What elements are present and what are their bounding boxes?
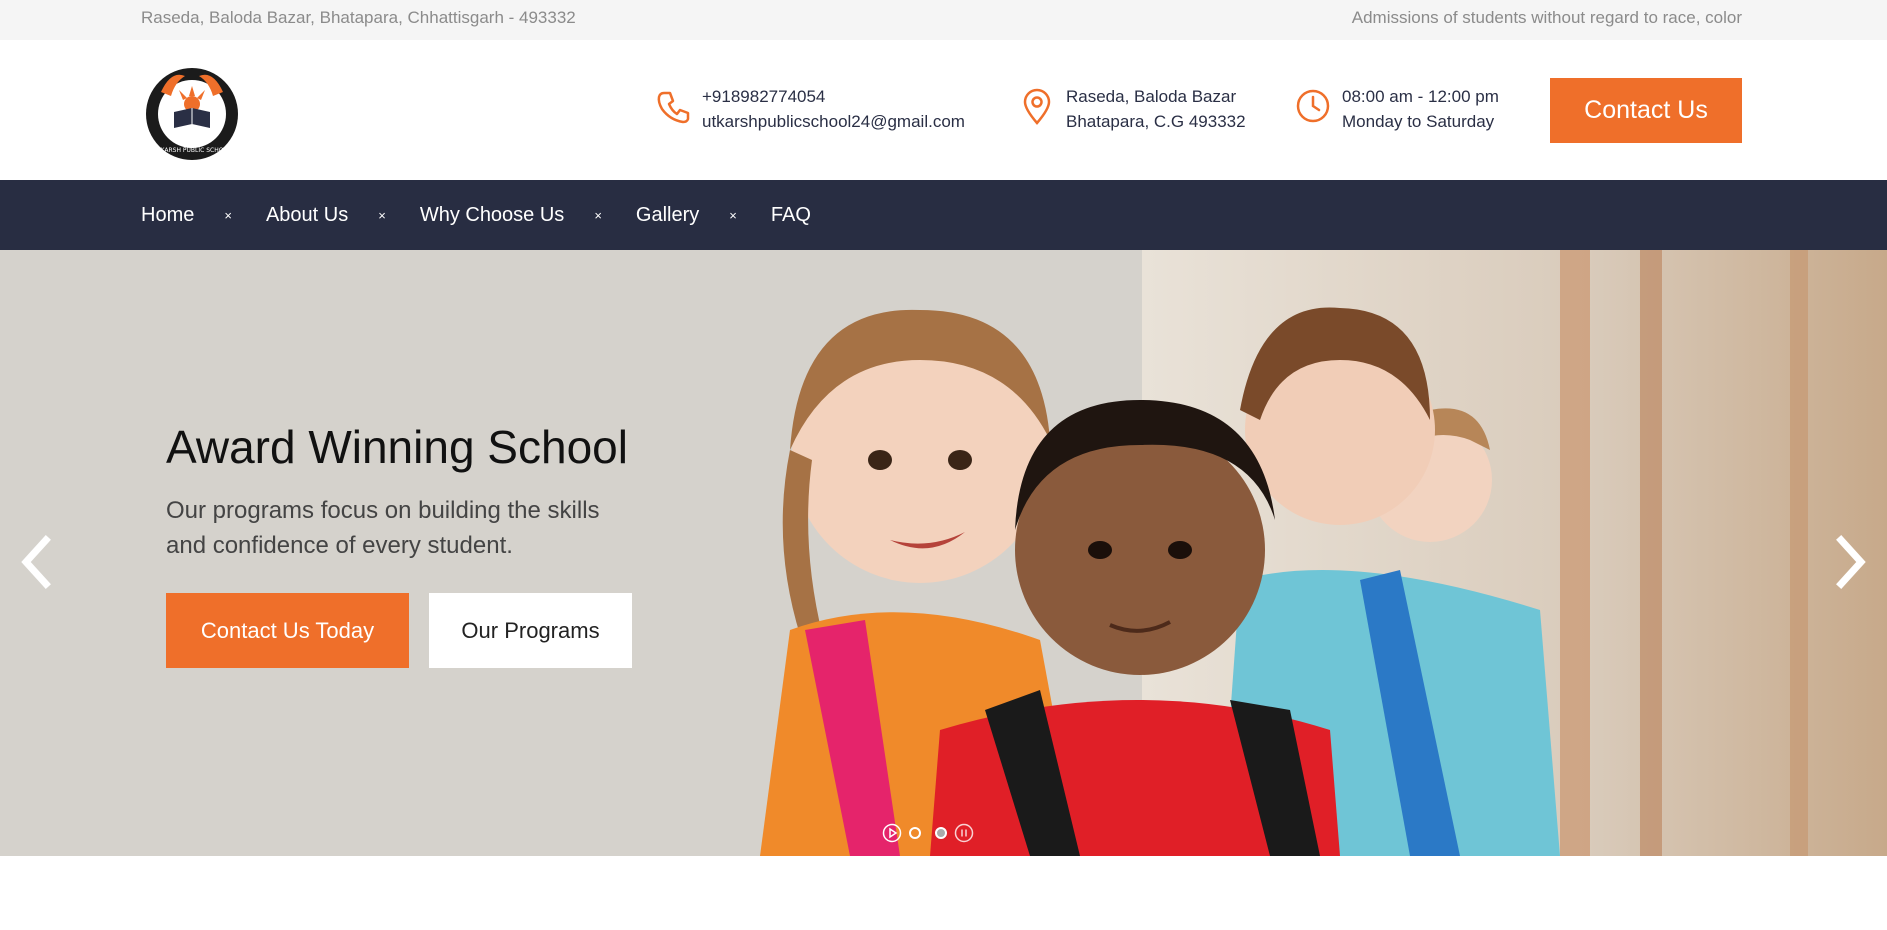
- logo-text: UTKARSH PUBLIC SCHOOL: [152, 147, 232, 154]
- nav-why-choose-us[interactable]: Why Choose Us: [420, 204, 565, 227]
- our-programs-button[interactable]: Our Programs: [429, 593, 632, 668]
- top-bar: Raseda, Baloda Bazar, Bhatapara, Chhatti…: [0, 0, 1887, 40]
- contact-us-button[interactable]: Contact Us: [1550, 78, 1742, 143]
- location-pin-icon: [1023, 88, 1051, 125]
- nav-about-us[interactable]: About Us: [266, 204, 348, 227]
- pause-icon[interactable]: [954, 823, 974, 843]
- hero-title: Award Winning School: [166, 421, 628, 473]
- chevron-right-icon[interactable]: [1831, 532, 1871, 592]
- contact-us-today-button[interactable]: Contact Us Today: [166, 593, 409, 668]
- hero-slider: Award Winning School Our programs focus …: [0, 250, 1887, 856]
- school-logo[interactable]: UTKARSH PUBLIC SCHOOL: [141, 62, 243, 162]
- chevron-left-icon[interactable]: [16, 532, 56, 592]
- topbar-tagline: Admissions of students without regard to…: [1351, 8, 1742, 27]
- nav-separator: ×: [594, 207, 602, 223]
- main-nav: Home × About Us × Why Choose Us × Gallery × …: [0, 180, 1887, 250]
- email-address[interactable]: utkarshpublicschool24@gmail.com: [702, 109, 965, 134]
- nav-separator: ×: [378, 207, 386, 223]
- address-line-1: Raseda, Baloda Bazar: [1066, 87, 1237, 106]
- opening-hours: 08:00 am - 12:00 pm: [1342, 87, 1499, 106]
- slider-controls: [882, 823, 974, 843]
- opening-days: Monday to Saturday: [1342, 112, 1495, 131]
- hero-subtitle: Our programs focus on building the skill…: [166, 497, 600, 559]
- nav-faq[interactable]: FAQ: [771, 204, 811, 227]
- contact-hours: 08:00 am - 12:00 pm Monday to Saturday: [1294, 84, 1499, 134]
- contact-phone-email: +918982774054 utkarshpublicschool24@gmai…: [654, 84, 965, 134]
- clock-icon: [1296, 89, 1330, 123]
- slide-dot-1[interactable]: [909, 827, 921, 839]
- play-icon[interactable]: [882, 823, 902, 843]
- site-header: UTKARSH PUBLIC SCHOOL +918982774054 utka…: [0, 40, 1887, 180]
- contact-address: Raseda, Baloda Bazar Bhatapara, C.G 4933…: [1018, 84, 1246, 134]
- nav-separator: ×: [729, 207, 737, 223]
- slide-dot-2[interactable]: [935, 827, 947, 839]
- topbar-address: Raseda, Baloda Bazar, Bhatapara, Chhatti…: [141, 8, 576, 27]
- nav-gallery[interactable]: Gallery: [636, 204, 699, 227]
- nav-separator: ×: [224, 207, 232, 223]
- address-line-2: Bhatapara, C.G 493332: [1066, 112, 1246, 131]
- nav-home[interactable]: Home: [141, 204, 194, 227]
- phone-number[interactable]: +918982774054: [702, 84, 965, 109]
- phone-icon: [657, 91, 690, 124]
